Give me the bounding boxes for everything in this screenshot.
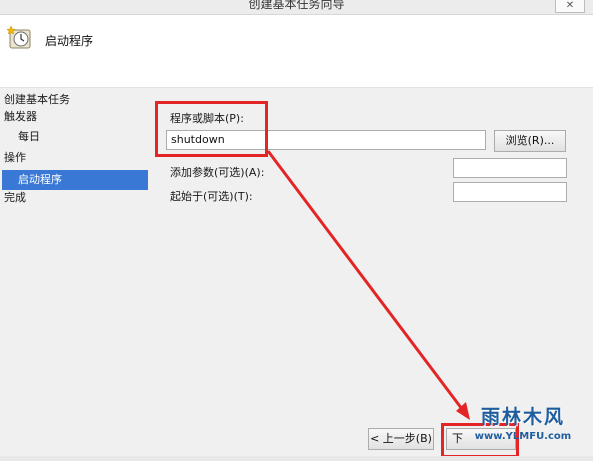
watermark-logo: 雨林木风 www.YLMFU.com — [458, 398, 588, 454]
watermark-url: www.YLMFU.com — [474, 431, 572, 442]
window-bottom-edge — [0, 456, 593, 461]
annotation-arrow — [266, 150, 470, 420]
watermark-title: 雨林木风 — [480, 406, 565, 428]
